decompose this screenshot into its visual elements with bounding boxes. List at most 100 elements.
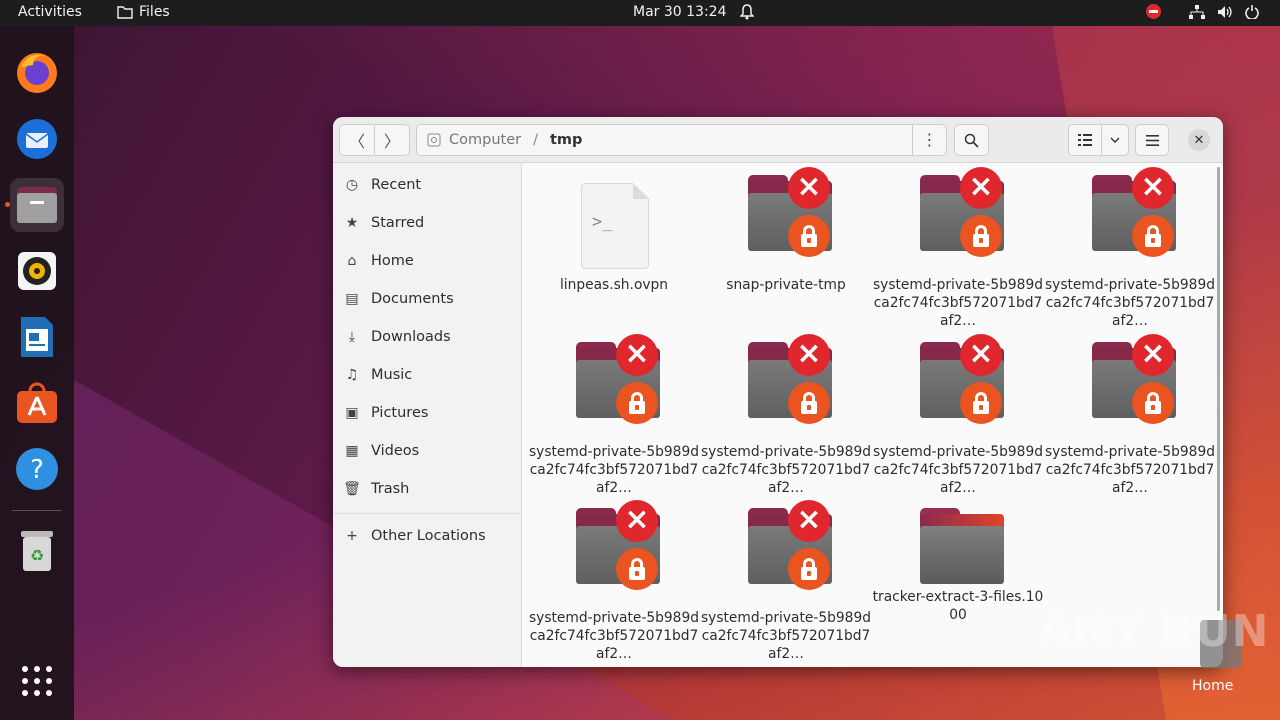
file-name: systemd-private-5b989dca2fc74fc3bf572071…	[872, 277, 1043, 329]
sidebar-item-label: Trash	[371, 481, 410, 497]
list-view-icon	[1078, 134, 1092, 146]
view-mode-button[interactable]	[1068, 124, 1102, 156]
folder-item[interactable]: × systemd-private-5b989dca2fc74fc3bf5720…	[700, 500, 872, 662]
volume-icon	[1218, 5, 1232, 18]
video-icon: ▦	[345, 443, 359, 459]
system-tray[interactable]	[1146, 4, 1259, 19]
chevron-left-icon: 〈	[348, 132, 365, 151]
search-icon	[964, 133, 979, 148]
folder-item[interactable]: × systemd-private-5b989dca2fc74fc3bf5720…	[872, 334, 1044, 496]
clock[interactable]: Mar 30 13:24	[633, 4, 726, 20]
folder-item[interactable]: × systemd-private-5b989dca2fc74fc3bf5720…	[872, 167, 1044, 329]
file-item[interactable]: >_ linpeas.sh.ovpn	[528, 167, 700, 327]
folder-icon	[920, 508, 1004, 584]
unreadable-emblem-icon: ×	[960, 334, 1002, 376]
sidebar-item-other-locations[interactable]: + Other Locations	[333, 518, 521, 554]
download-icon: ⤓	[348, 329, 356, 345]
lock-icon	[616, 548, 658, 590]
sidebar-item-label: Documents	[371, 291, 454, 307]
app-menu[interactable]: Files	[117, 4, 170, 20]
sidebar-item-downloads[interactable]: ⤓ Downloads	[333, 319, 521, 355]
folder-item[interactable]: × systemd-private-5b989dca2fc74fc3bf5720…	[1044, 167, 1216, 329]
unreadable-emblem-icon: ×	[960, 167, 1002, 209]
star-icon: ★	[345, 215, 359, 231]
back-button[interactable]: 〈	[339, 124, 375, 156]
top-bar: Activities Files Mar 30 13:24	[0, 0, 1280, 26]
sidebar-item-label: Starred	[371, 215, 425, 231]
activities-button[interactable]: Activities	[18, 4, 82, 20]
lock-icon	[960, 382, 1002, 424]
sidebar-item-trash[interactable]: 🗑 Trash	[333, 471, 521, 507]
trash-dock-icon[interactable]: ♻	[10, 524, 64, 578]
file-name: systemd-private-5b989dca2fc74fc3bf572071…	[872, 444, 1043, 496]
main-menu-button[interactable]	[1135, 124, 1169, 156]
sidebar-item-pictures[interactable]: ▣ Pictures	[333, 395, 521, 431]
header-bar: 〈 〉 Computer / tmp ⋮ ✕	[333, 117, 1223, 163]
sidebar-item-home[interactable]: ⌂ Home	[333, 243, 521, 279]
unreadable-emblem-icon: ×	[616, 500, 658, 542]
desktop-home-label[interactable]: Home	[1192, 678, 1233, 694]
sidebar-item-starred[interactable]: ★ Starred	[333, 205, 521, 241]
folder-item[interactable]: × systemd-private-5b989dca2fc74fc3bf5720…	[528, 500, 700, 662]
sidebar-divider	[333, 513, 521, 514]
sidebar-item-label: Pictures	[371, 405, 429, 421]
path-segment-current[interactable]: tmp	[550, 132, 582, 148]
writer-icon[interactable]	[10, 310, 64, 364]
sidebar-item-music[interactable]: ♫ Music	[333, 357, 521, 393]
sidebar-item-label: Videos	[371, 443, 420, 459]
folder-item[interactable]: × systemd-private-5b989dca2fc74fc3bf5720…	[1044, 334, 1216, 496]
close-icon: ✕	[1193, 132, 1205, 148]
file-name: systemd-private-5b989dca2fc74fc3bf572071…	[700, 610, 871, 662]
path-bar[interactable]: Computer / tmp ⋮	[416, 124, 947, 156]
power-icon	[1245, 4, 1259, 19]
file-grid: >_ linpeas.sh.ovpn × snap-private-tmp × …	[523, 163, 1223, 667]
scrollbar[interactable]	[1217, 167, 1220, 611]
path-separator: /	[533, 132, 538, 148]
firefox-icon[interactable]	[10, 46, 64, 100]
rhythmbox-icon[interactable]	[10, 244, 64, 298]
file-name: snap-private-tmp	[726, 277, 846, 293]
file-name: tracker-extract-3-files.1000	[872, 589, 1044, 623]
sidebar-item-videos[interactable]: ▦ Videos	[333, 433, 521, 469]
view-options-button[interactable]	[1101, 124, 1129, 156]
app-center-icon[interactable]	[10, 376, 64, 430]
search-button[interactable]	[954, 124, 989, 156]
unreadable-emblem-icon: ×	[788, 167, 830, 209]
dock: ? ♻	[0, 26, 74, 720]
help-icon[interactable]: ?	[10, 442, 64, 496]
plus-icon: +	[346, 528, 358, 544]
sidebar-item-label: Downloads	[371, 329, 451, 345]
sidebar-item-label: Other Locations	[371, 528, 486, 544]
file-name: linpeas.sh.ovpn	[559, 277, 669, 293]
bell-icon[interactable]	[739, 4, 755, 24]
unreadable-emblem-icon: ×	[788, 500, 830, 542]
unreadable-emblem-icon: ×	[1132, 167, 1174, 209]
folder-item[interactable]: × snap-private-tmp	[700, 167, 872, 327]
chevron-right-icon: 〉	[383, 132, 400, 151]
document-icon: ▤	[345, 291, 359, 307]
lock-icon	[788, 548, 830, 590]
sidebar-item-documents[interactable]: ▤ Documents	[333, 281, 521, 317]
sidebar: ◷ Recent ★ Starred ⌂ Home ▤ Documents ⤓ …	[333, 163, 522, 667]
lock-icon	[1132, 382, 1174, 424]
forward-button[interactable]: 〉	[374, 124, 410, 156]
thunderbird-icon[interactable]	[10, 112, 64, 166]
path-segment-computer[interactable]: Computer	[449, 132, 521, 148]
files-icon[interactable]	[10, 178, 64, 232]
folder-icon	[117, 6, 133, 19]
file-name: systemd-private-5b989dca2fc74fc3bf572071…	[1044, 277, 1215, 329]
lock-icon	[1132, 215, 1174, 257]
trash-icon: 🗑	[343, 481, 361, 497]
folder-item[interactable]: tracker-extract-3-files.1000	[872, 500, 1044, 660]
close-button[interactable]: ✕	[1188, 129, 1210, 151]
error-indicator-icon[interactable]	[1146, 4, 1161, 19]
folder-item[interactable]: × systemd-private-5b989dca2fc74fc3bf5720…	[528, 334, 700, 496]
file-name: systemd-private-5b989dca2fc74fc3bf572071…	[528, 444, 699, 496]
file-name: systemd-private-5b989dca2fc74fc3bf572071…	[528, 610, 699, 662]
drive-icon	[427, 133, 441, 147]
music-icon: ♫	[345, 367, 359, 383]
path-menu-button[interactable]: ⋮	[912, 124, 946, 156]
sidebar-item-recent[interactable]: ◷ Recent	[333, 167, 521, 203]
show-apps-icon[interactable]	[10, 654, 64, 708]
folder-item[interactable]: × systemd-private-5b989dca2fc74fc3bf5720…	[700, 334, 872, 496]
